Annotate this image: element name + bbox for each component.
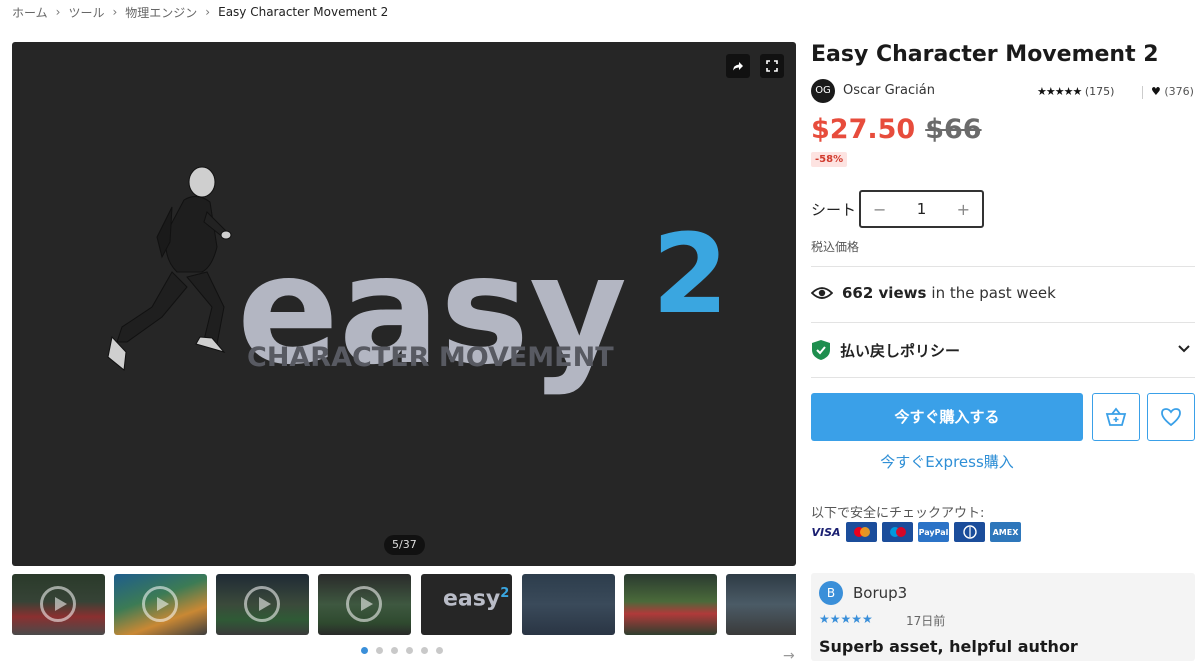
- divider: [811, 377, 1195, 378]
- heart-icon: ♥: [1151, 85, 1161, 98]
- author-row: OG Oscar Gracián ★★★★★ (175) ♥ (376): [811, 79, 1195, 103]
- cart-icon: [1105, 407, 1127, 426]
- thumbnail-video-3[interactable]: [216, 574, 309, 635]
- rating-count: (175): [1084, 85, 1115, 98]
- runner-figure: [107, 166, 232, 371]
- chevron-right-icon: ›: [55, 5, 61, 19]
- product-title: Easy Character Movement 2: [811, 42, 1159, 67]
- views-suffix: in the past week: [931, 284, 1056, 302]
- quantity-stepper: − 1 +: [859, 190, 984, 228]
- amex-icon: AMEX: [990, 522, 1021, 542]
- carousel-dot[interactable]: [436, 647, 443, 654]
- hero-image: easy 2 CHARACTER MOVEMENT: [107, 166, 729, 398]
- chevron-right-icon: ›: [205, 5, 211, 19]
- paypal-icon: PayPal: [918, 522, 949, 542]
- review-card: B Borup3 ★★★★★ 17日前 Superb asset, helpfu…: [811, 573, 1195, 661]
- breadcrumb-tools[interactable]: ツール: [68, 4, 104, 21]
- breadcrumb: ホーム › ツール › 物理エンジン › Easy Character Move…: [12, 4, 388, 20]
- discount-badge: -58%: [811, 152, 848, 167]
- original-price: $66: [925, 114, 982, 145]
- maestro-icon: [882, 522, 913, 542]
- avatar[interactable]: OG: [811, 79, 835, 103]
- seat-label: シート: [811, 201, 857, 219]
- thumbnail-video-1[interactable]: [12, 574, 105, 635]
- play-icon: [244, 586, 280, 622]
- media-viewer[interactable]: easy 2 CHARACTER MOVEMENT 5/37: [12, 42, 796, 566]
- arrow-right-icon[interactable]: →: [783, 648, 795, 661]
- review-date: 17日前: [906, 614, 946, 628]
- divider: [811, 266, 1195, 267]
- share-icon[interactable]: [726, 54, 750, 78]
- author-name[interactable]: Oscar Gracián: [843, 83, 935, 98]
- thumbnail-logo-text: easy2: [443, 586, 510, 612]
- carousel-dot[interactable]: [361, 647, 368, 654]
- play-icon: [40, 586, 76, 622]
- thumbnail-image-8[interactable]: [726, 574, 796, 635]
- diners-icon: [954, 522, 985, 542]
- avatar: B: [819, 581, 843, 605]
- divider: [1142, 86, 1143, 99]
- price-row: $27.50 $66: [811, 114, 982, 150]
- play-icon: [142, 586, 178, 622]
- play-icon: [346, 586, 382, 622]
- chevron-right-icon: ›: [112, 5, 118, 19]
- views-info: 662 views in the past week: [811, 284, 1056, 302]
- carousel-dot[interactable]: [391, 647, 398, 654]
- star-icon: ★★★★★: [819, 612, 873, 626]
- checkout-label: 以下で安全にチェックアウト:: [811, 506, 985, 521]
- refund-policy-toggle[interactable]: 払い戻しポリシー: [811, 338, 1195, 362]
- thumbnail-video-4[interactable]: [318, 574, 411, 635]
- favorites[interactable]: ♥ (376): [1151, 85, 1194, 98]
- carousel-dots: [361, 647, 451, 654]
- current-price: $27.50: [811, 114, 916, 145]
- fullscreen-icon[interactable]: [760, 54, 784, 78]
- breadcrumb-physics[interactable]: 物理エンジン: [125, 4, 197, 21]
- eye-icon: [811, 287, 833, 299]
- breadcrumb-current: Easy Character Movement 2: [218, 5, 389, 19]
- review-title: Superb asset, helpful author: [819, 637, 1078, 656]
- carousel-dot[interactable]: [376, 647, 383, 654]
- chevron-down-icon: [1178, 345, 1190, 353]
- hero-logo-superscript: 2: [652, 210, 729, 338]
- star-icon: ★★★★★: [1037, 85, 1082, 98]
- plus-icon[interactable]: +: [957, 200, 970, 219]
- tax-label: 税込価格: [811, 240, 860, 254]
- quantity-value[interactable]: 1: [917, 200, 927, 218]
- visa-icon: VISA: [811, 522, 841, 542]
- thumbnail-strip: easy2: [12, 574, 796, 636]
- views-count: 662 views: [842, 284, 927, 302]
- thumbnail-image-7[interactable]: [624, 574, 717, 635]
- divider: [811, 322, 1195, 323]
- rating[interactable]: ★★★★★ (175): [1037, 85, 1114, 98]
- add-to-wishlist-button[interactable]: [1147, 393, 1195, 441]
- carousel-dot[interactable]: [406, 647, 413, 654]
- reviewer-name: Borup3: [853, 584, 908, 602]
- minus-icon[interactable]: −: [873, 200, 886, 219]
- mastercard-icon: [846, 522, 877, 542]
- carousel-dot[interactable]: [421, 647, 428, 654]
- heart-icon: [1161, 408, 1181, 427]
- payment-methods: VISA PayPal AMEX: [811, 522, 1026, 542]
- breadcrumb-home[interactable]: ホーム: [12, 4, 48, 21]
- buy-now-button[interactable]: 今すぐ購入する: [811, 393, 1083, 441]
- shield-check-icon: [812, 340, 830, 360]
- hero-subtitle: CHARACTER MOVEMENT: [247, 342, 614, 373]
- slide-counter: 5/37: [384, 535, 425, 555]
- express-buy-link[interactable]: 今すぐExpress購入: [811, 451, 1083, 472]
- add-to-cart-button[interactable]: [1092, 393, 1140, 441]
- thumbnail-logo[interactable]: easy2: [421, 574, 512, 635]
- thumbnail-image-6[interactable]: [522, 574, 615, 635]
- thumbnail-video-2[interactable]: [114, 574, 207, 635]
- refund-policy-label: 払い戻しポリシー: [840, 341, 961, 360]
- favorites-count: (376): [1164, 85, 1194, 98]
